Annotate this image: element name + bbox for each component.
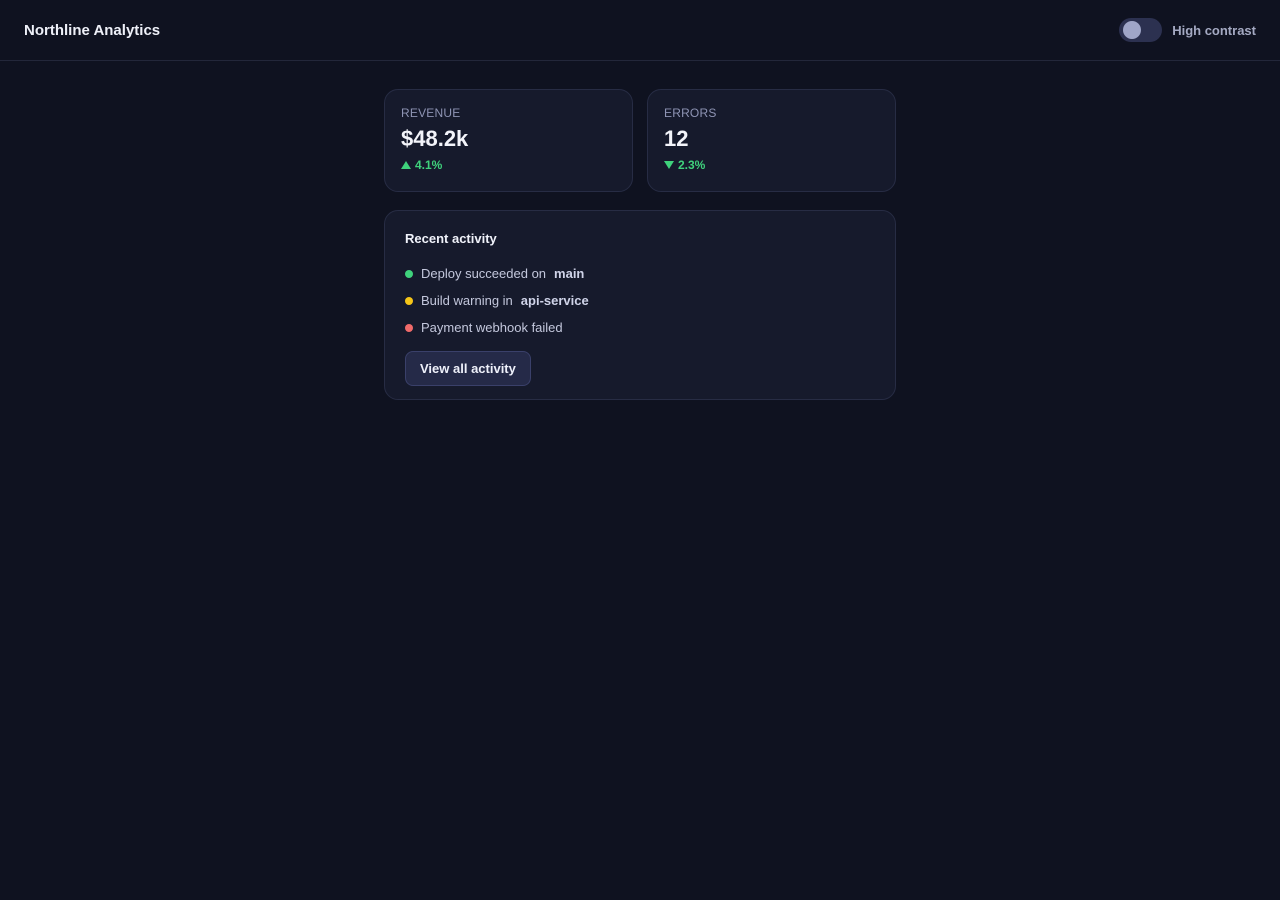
high-contrast-label: High contrast — [1172, 22, 1256, 38]
errors-card: ERRORS 12 2.3% — [647, 89, 896, 192]
activity-highlight: main — [554, 266, 585, 281]
errors-label: ERRORS — [664, 106, 717, 120]
list-item: Deploy succeeded on main — [405, 260, 875, 287]
errors-delta: 2.3% — [664, 158, 879, 172]
activity-text: Build warning in — [421, 293, 513, 308]
toggle-knob — [1123, 21, 1142, 39]
revenue-value: $48.2k — [401, 126, 469, 151]
activity-list: Deploy succeeded on main Build warning i… — [405, 260, 875, 341]
view-all-activity-button[interactable]: View all activity — [405, 351, 531, 386]
status-dot-icon — [405, 323, 413, 332]
revenue-label: REVENUE — [401, 106, 461, 120]
revenue-delta: 4.1% — [401, 158, 616, 172]
errors-value: 12 — [664, 126, 689, 151]
high-contrast-control: High contrast — [1119, 18, 1256, 42]
brand-title: Northline Analytics — [24, 21, 161, 39]
list-item: Build warning in api-service — [405, 287, 875, 314]
status-dot-icon — [405, 269, 413, 278]
top-bar: Northline Analytics High contrast — [0, 0, 1280, 61]
arrow-down-icon — [664, 161, 674, 169]
activity-highlight: api-service — [520, 293, 589, 308]
high-contrast-toggle[interactable] — [1119, 18, 1163, 42]
recent-activity-card: Recent activity Deploy succeeded on main… — [384, 210, 896, 400]
arrow-up-icon — [401, 161, 411, 169]
errors-delta-value: 2.3% — [678, 158, 706, 172]
list-item: Payment webhook failed — [405, 314, 875, 341]
revenue-delta-value: 4.1% — [415, 158, 443, 172]
activity-text: Payment webhook failed — [421, 320, 563, 335]
revenue-card: REVENUE $48.2k 4.1% — [384, 89, 633, 192]
status-dot-icon — [405, 296, 413, 305]
activity-text: Deploy succeeded on — [421, 266, 547, 281]
recent-activity-title: Recent activity — [405, 231, 497, 246]
